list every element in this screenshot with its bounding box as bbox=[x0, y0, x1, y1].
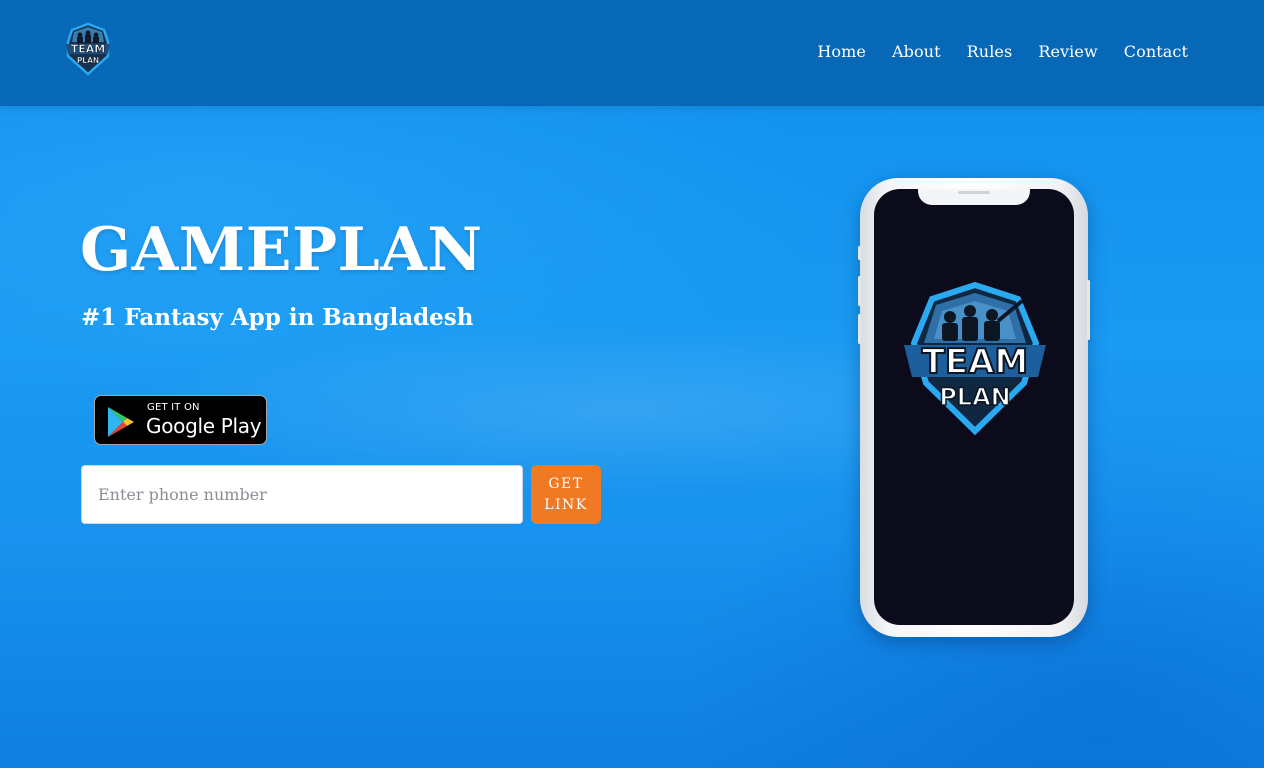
team-plan-logo-icon[interactable]: TEAM PLAN bbox=[62, 22, 114, 76]
nav-link-review[interactable]: Review bbox=[1038, 42, 1097, 61]
screen-logo-plan-text: PLAN bbox=[939, 383, 1011, 411]
phone-volume-up-button bbox=[858, 276, 861, 306]
navbar: TEAM PLAN Home About Rules Review Contac… bbox=[0, 0, 1264, 106]
nav-logo-plan-text: PLAN bbox=[77, 56, 99, 65]
screen-logo-team-text: TEAM bbox=[922, 342, 1029, 382]
google-play-icon bbox=[108, 407, 134, 437]
phone-screen: TEAM PLAN bbox=[874, 189, 1074, 625]
google-play-badge-button[interactable]: GET IT ON Google Play bbox=[94, 395, 267, 445]
nav-logo-team-text: TEAM bbox=[71, 43, 105, 56]
hero-title: GAMEPLAN bbox=[80, 215, 483, 285]
phone-notch bbox=[918, 189, 1030, 205]
phone-volume-down-button bbox=[858, 314, 861, 344]
get-link-button[interactable]: GET LINK bbox=[531, 465, 601, 524]
nav-links: Home About Rules Review Contact bbox=[817, 42, 1188, 61]
team-plan-logo-icon: TEAM PLAN bbox=[904, 281, 1046, 436]
nav-link-home[interactable]: Home bbox=[817, 42, 866, 61]
phone-speaker bbox=[958, 191, 990, 194]
play-badge-big-text: Google Play bbox=[146, 414, 262, 438]
nav-link-about[interactable]: About bbox=[892, 42, 941, 61]
phone-mockup: TEAM PLAN bbox=[858, 178, 1090, 637]
nav-link-contact[interactable]: Contact bbox=[1124, 42, 1188, 61]
phone-number-input[interactable] bbox=[81, 465, 523, 524]
play-badge-small-text: GET IT ON bbox=[147, 402, 200, 413]
hero-subtitle: #1 Fantasy App in Bangladesh bbox=[81, 304, 474, 331]
phone-power-button bbox=[1087, 280, 1090, 340]
nav-link-rules[interactable]: Rules bbox=[967, 42, 1013, 61]
phone-side-button bbox=[858, 246, 861, 260]
